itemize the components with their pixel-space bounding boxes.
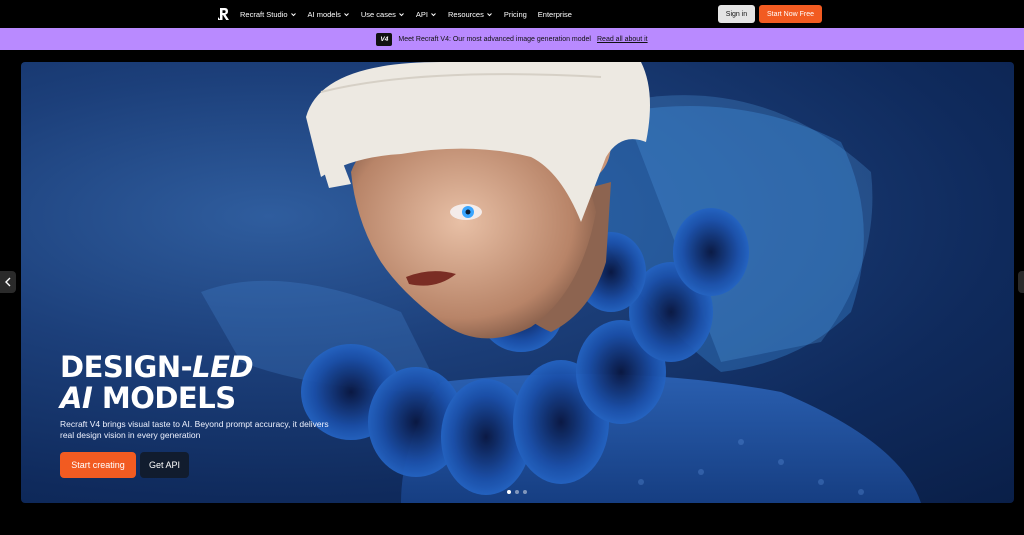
slide-dot[interactable] — [515, 490, 519, 494]
top-nav: Recraft Studio AI models Use cases API Resou… — [0, 0, 1024, 28]
nav-item-recraft-studio[interactable]: Recraft Studio — [240, 10, 297, 19]
nav-item-label: Use cases — [360, 9, 396, 19]
nav-item-label: Recraft Studio — [240, 9, 288, 19]
nav-item-pricing[interactable]: Pricing — [504, 10, 527, 19]
nav-item-label: Pricing — [503, 9, 527, 19]
recraft-logo-icon[interactable] — [217, 7, 231, 21]
chevron-down-icon — [399, 12, 404, 16]
chevron-left-icon — [5, 277, 11, 287]
nav-item-label: Enterprise — [537, 9, 572, 19]
headline-word-ai: AI — [60, 381, 93, 415]
start-creating-button[interactable]: Start creating — [60, 452, 136, 478]
headline-word-led: LED — [192, 350, 254, 384]
read-more-link[interactable]: Read all about it — [597, 36, 648, 43]
chevron-down-icon — [344, 12, 349, 16]
v4-badge: V4 — [376, 32, 393, 46]
nav-item-use-cases[interactable]: Use cases — [361, 10, 405, 19]
nav-item-label: AI models — [307, 9, 341, 19]
nav-item-label: API — [415, 9, 428, 19]
hero-slider: DESIGN-LED AI MODELS Recraft V4 brings v… — [21, 62, 1014, 503]
nav-item-resources[interactable]: Resources — [448, 10, 493, 19]
chevron-down-icon — [487, 12, 492, 16]
announcement-banner: V4 Meet Recraft V4: Our most advanced im… — [0, 28, 1024, 50]
headline-word-design: DESIGN- — [60, 350, 193, 384]
nav-item-ai-models[interactable]: AI models — [308, 10, 350, 19]
next-slide-button[interactable] — [1018, 271, 1024, 293]
get-api-button[interactable]: Get API — [140, 452, 189, 478]
sign-in-button[interactable]: Sign in — [718, 5, 755, 23]
slide-dot[interactable] — [507, 490, 511, 494]
start-now-free-button[interactable]: Start Now Free — [759, 5, 822, 23]
nav-links: Recraft Studio AI models Use cases API Resou… — [240, 0, 583, 28]
nav-item-enterprise[interactable]: Enterprise — [538, 10, 572, 19]
prev-slide-button[interactable] — [0, 271, 16, 293]
hero-headline: DESIGN-LED AI MODELS — [60, 350, 254, 415]
hero-subtitle: Recraft V4 brings visual taste to AI. Be… — [60, 419, 329, 440]
slide-indicators — [507, 490, 527, 494]
nav-item-api[interactable]: API — [416, 10, 437, 19]
chevron-down-icon — [290, 12, 296, 16]
slide-dot[interactable] — [523, 490, 527, 494]
chevron-down-icon — [431, 12, 436, 16]
banner-text: Meet Recraft V4: Our most advanced image… — [398, 35, 591, 43]
headline-word-models: MODELS — [101, 381, 236, 415]
nav-item-label: Resources — [448, 9, 484, 19]
